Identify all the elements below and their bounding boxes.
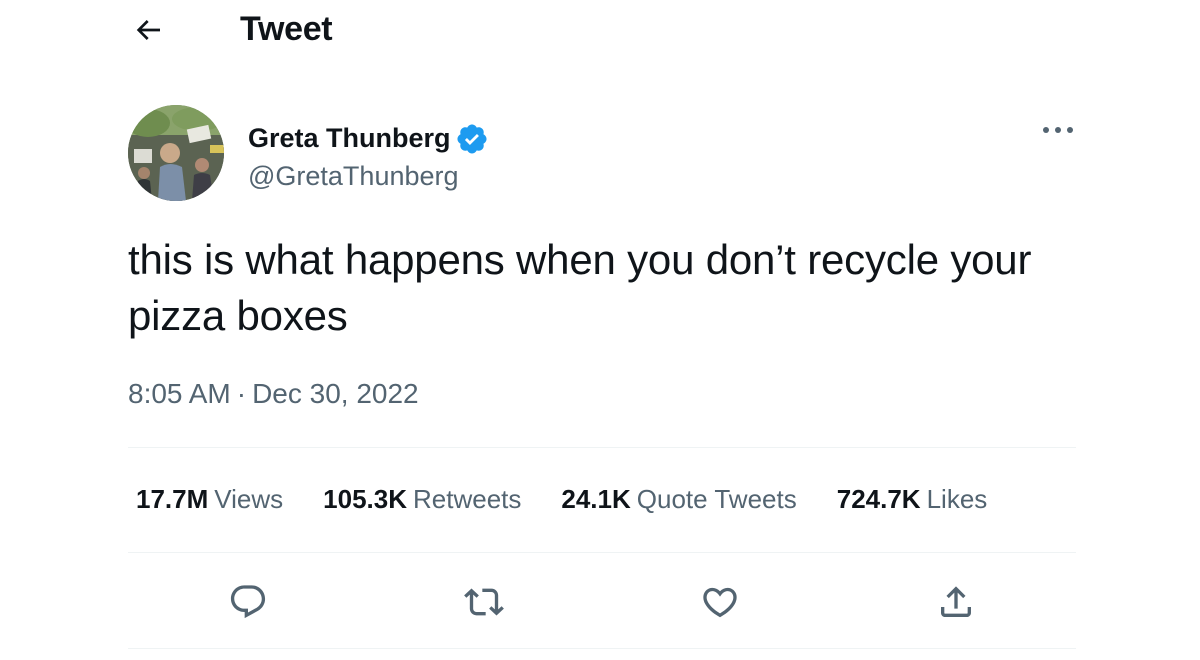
avatar[interactable]	[128, 105, 224, 201]
more-options-button[interactable]	[1036, 112, 1080, 148]
quote-tweets-stat[interactable]: 24.1K Quote Tweets	[561, 484, 796, 515]
reply-button[interactable]	[224, 578, 272, 626]
display-name-row: Greta Thunberg	[248, 115, 489, 163]
tweet-author: Greta Thunberg @GretaThunberg	[128, 105, 489, 201]
share-button[interactable]	[932, 578, 980, 626]
like-button[interactable]	[696, 578, 744, 626]
views-label: Views	[214, 484, 284, 514]
retweet-arrows-icon	[464, 588, 504, 616]
tweet-header: Tweet	[128, 0, 333, 60]
share-upload-icon	[941, 586, 971, 617]
likes-stat[interactable]: 724.7K Likes	[837, 484, 988, 515]
timestamp-separator: ·	[236, 378, 247, 409]
speech-bubble-icon	[230, 585, 266, 619]
avatar-photo	[128, 105, 224, 201]
user-handle[interactable]: @GretaThunberg	[248, 161, 489, 192]
views-count: 17.7M	[136, 484, 209, 514]
back-button[interactable]	[128, 10, 168, 50]
views-stat[interactable]: 17.7M Views	[136, 484, 283, 515]
divider	[128, 447, 1076, 448]
author-info: Greta Thunberg @GretaThunberg	[248, 115, 489, 192]
retweets-label: Retweets	[413, 484, 522, 514]
engagement-stats: 17.7M Views 105.3K Retweets 24.1K Quote Twe…	[136, 484, 987, 515]
heart-icon	[703, 587, 737, 618]
retweets-stat[interactable]: 105.3K Retweets	[323, 484, 521, 515]
more-dots-icon	[1043, 127, 1073, 133]
tweet-date: Dec 30, 2022	[252, 378, 419, 409]
display-name[interactable]: Greta Thunberg	[248, 123, 451, 154]
quote-tweets-label: Quote Tweets	[636, 484, 797, 514]
tweet-time: 8:05 AM	[128, 378, 231, 409]
likes-count: 724.7K	[836, 484, 921, 514]
divider	[128, 648, 1076, 649]
tweet-actions	[128, 572, 1076, 632]
tweet-timestamp[interactable]: 8:05 AM · Dec 30, 2022	[128, 378, 419, 410]
arrow-left-icon	[136, 20, 160, 40]
tweet-text: this is what happens when you don’t recy…	[128, 236, 1032, 339]
divider	[128, 552, 1076, 553]
retweet-button[interactable]	[460, 578, 508, 626]
quote-tweets-count: 24.1K	[561, 484, 631, 514]
likes-label: Likes	[926, 484, 988, 514]
page-title: Tweet	[240, 10, 333, 48]
retweets-count: 105.3K	[323, 484, 407, 514]
verified-badge-icon	[455, 122, 489, 156]
